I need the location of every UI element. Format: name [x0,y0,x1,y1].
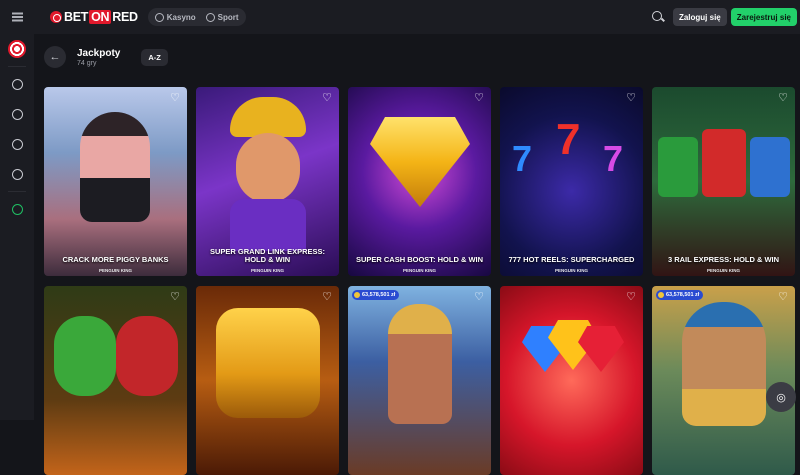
heart-icon[interactable]: ♡ [169,291,181,303]
game-tile[interactable]: ♡ [44,286,187,475]
red-dragon-art [116,316,178,396]
headset-icon: ◎ [776,391,786,404]
sport-tab-label: Sport [217,12,239,22]
sidebar-divider [8,66,26,67]
seven-art: 7 [556,115,581,164]
train-blue-art [750,137,790,197]
sport-icon [205,12,215,22]
back-button[interactable]: ← [44,46,66,68]
heart-icon[interactable]: ♡ [169,92,181,104]
green-chip-icon [11,203,23,215]
sidebar-item-horse[interactable] [0,159,34,189]
heart-icon[interactable]: ♡ [777,291,789,303]
page-title: Jackpoty [77,47,121,59]
green-dragon-art [54,316,116,396]
game-tile[interactable]: ♡ 3 RAIL EXPRESS: HOLD & WIN PENGUIN KIN… [652,87,795,276]
page-header: ← Jackpoty 74 gry A-Z [44,45,168,69]
casino-icon [154,12,164,22]
casino-tab[interactable]: Kasyno [150,12,201,22]
game-tile[interactable]: 63,578,501 zł ♡ [348,286,491,475]
piggy-art [80,112,150,222]
diamond-art [370,117,470,207]
game-provider: PENGUIN KING [98,268,132,273]
logo-text-on: ON [89,10,112,24]
seven-art: 7 [603,138,624,179]
heart-icon[interactable]: ♡ [473,92,485,104]
red-gem-art [578,326,624,372]
game-tile[interactable]: 7 7 7 ♡ 777 HOT REELS: SUPERCHARGED PENG… [500,87,643,276]
category-switch: Kasyno Sport [147,8,246,26]
casino-chip-icon [11,78,23,90]
coin-icon [354,292,360,298]
cap-art [230,97,306,137]
golden-mask-art [216,308,320,418]
arrow-left-icon: ← [49,51,61,63]
logo-ball-icon [50,11,62,23]
search-icon[interactable] [651,10,665,24]
sidebar-item-casino[interactable] [0,69,34,99]
sidebar-item-promo[interactable] [0,194,34,224]
game-provider: PENGUIN KING [554,268,588,273]
jackpot-badge: 63,578,501 zł [656,290,704,300]
game-provider: PENGUIN KING [250,268,284,273]
sport-tab[interactable]: Sport [201,12,244,22]
sidebar-divider [8,191,26,192]
login-button[interactable]: Zaloguj się [672,8,727,26]
live-signal-icon [11,108,23,120]
heart-icon[interactable]: ♡ [625,92,637,104]
sidebar-item-football[interactable] [0,129,34,159]
game-name: CRACK MORE PIGGY BANKS [62,255,169,265]
game-provider: PENGUIN KING [706,268,740,273]
heart-icon[interactable]: ♡ [625,291,637,303]
football-icon [11,138,23,150]
game-tile[interactable]: ♡ [500,286,643,475]
logo-text-red: RED [112,10,138,24]
suit-art [230,199,306,251]
coin-icon [658,292,664,298]
logo-text-bet: BET [64,10,89,24]
game-name: 777 HOT REELS: SUPERCHARGED [508,255,635,265]
sidebar-item-live[interactable] [0,99,34,129]
menu-icon[interactable] [0,0,34,34]
bet-on-red-logo[interactable]: BET ON RED [50,10,138,24]
support-chat-button[interactable]: ◎ [766,382,796,412]
jackpot-amount: 63,578,501 zł [362,292,396,298]
sort-button[interactable]: A-Z [141,48,168,66]
face-art [236,133,300,203]
train-green-art [658,137,698,197]
game-tile[interactable]: ♡ [196,286,339,475]
horse-icon [11,168,23,180]
game-name: 3 RAIL EXPRESS: HOLD & WIN [667,255,780,265]
sidebar [0,34,34,420]
game-name: SUPER GRAND LINK EXPRESS: HOLD & WIN [209,246,326,265]
train-red-art [702,129,746,197]
heart-icon[interactable]: ♡ [473,291,485,303]
jackpot-badge: 63,578,501 zł [352,290,400,300]
game-provider: PENGUIN KING [402,268,436,273]
pharaoh-art [682,302,766,426]
game-name: SUPER CASH BOOST: HOLD & WIN [355,255,484,265]
games-count: 74 gry [77,59,97,67]
sidebar-item-darts[interactable] [0,34,34,64]
top-bar: BET ON RED Kasyno Sport Zaloguj się Zare… [0,0,800,34]
heart-icon[interactable]: ♡ [777,92,789,104]
poseidon-art [388,304,452,424]
darts-icon [8,40,26,58]
game-tile[interactable]: ♡ SUPER CASH BOOST: HOLD & WIN PENGUIN K… [348,87,491,276]
game-tile[interactable]: 63,578,501 zł ♡ [652,286,795,475]
game-tile[interactable]: ♡ SUPER GRAND LINK EXPRESS: HOLD & WIN P… [196,87,339,276]
register-button[interactable]: Zarejestruj się [730,8,797,26]
game-tile[interactable]: ♡ CRACK MORE PIGGY BANKS PENGUIN KING [44,87,187,276]
heart-icon[interactable]: ♡ [321,92,333,104]
seven-art: 7 [512,138,533,179]
casino-tab-label: Kasyno [166,12,196,22]
jackpot-amount: 63,578,501 zł [666,292,700,298]
heart-icon[interactable]: ♡ [321,291,333,303]
